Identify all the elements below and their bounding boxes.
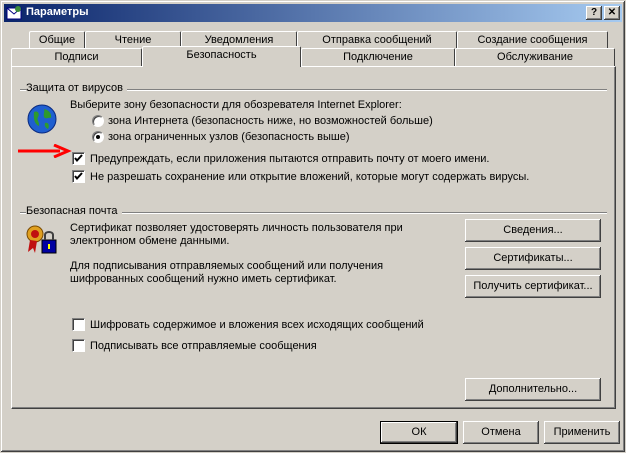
radio-internet-zone-label[interactable]: зона Интернета (безопасность ниже, но во… bbox=[108, 115, 433, 127]
cert-need-line2: шифрованных сообщений нужно иметь сертиф… bbox=[70, 273, 337, 285]
tab-general[interactable]: Общие bbox=[29, 31, 85, 49]
certificate-lock-icon bbox=[26, 225, 57, 254]
radio-restricted-zone[interactable] bbox=[92, 131, 104, 143]
zone-prompt: Выберите зону безопасности для обозреват… bbox=[70, 99, 402, 111]
check-encrypt-label[interactable]: Шифровать содержимое и вложения всех исх… bbox=[90, 319, 424, 331]
check-block-attachments-label[interactable]: Не разрешать сохранение или открытие вло… bbox=[90, 171, 529, 183]
cert-info-line2: электронном обмене данными. bbox=[70, 235, 230, 247]
check-warn-send-label[interactable]: Предупреждать, если приложения пытаются … bbox=[90, 153, 489, 165]
apply-button[interactable]: Применить bbox=[544, 421, 620, 444]
virus-group-title: Защита от вирусов bbox=[26, 82, 127, 94]
radio-selected-dot bbox=[96, 135, 100, 139]
options-dialog: Параметры ? ✕ Общие Чтение Уведомления О… bbox=[0, 0, 626, 453]
tab-maintenance[interactable]: Обслуживание bbox=[455, 48, 615, 66]
checkmark-icon bbox=[74, 172, 83, 181]
radio-internet-zone[interactable] bbox=[92, 115, 104, 127]
window-title: Параметры bbox=[26, 6, 89, 18]
cert-need-line1: Для подписывания отправляемых сообщений … bbox=[70, 260, 384, 272]
check-warn-send[interactable] bbox=[72, 152, 85, 165]
check-sign-label[interactable]: Подписывать все отправляемые сообщения bbox=[90, 340, 317, 352]
close-button[interactable]: ✕ bbox=[604, 6, 620, 20]
advanced-button[interactable]: Дополнительно... bbox=[465, 378, 601, 401]
tab-security[interactable]: Безопасность bbox=[142, 46, 301, 67]
check-encrypt[interactable] bbox=[72, 318, 85, 331]
tab-connection[interactable]: Подключение bbox=[301, 48, 455, 66]
details-button[interactable]: Сведения... bbox=[465, 219, 601, 242]
outlook-express-icon bbox=[6, 6, 22, 20]
globe-icon bbox=[27, 104, 57, 134]
title-bar[interactable]: Параметры ? ✕ bbox=[4, 4, 622, 22]
ok-button[interactable]: ОК bbox=[380, 421, 458, 444]
check-block-attachments[interactable] bbox=[72, 170, 85, 183]
security-panel: Защита от вирусов Выберите зону безопасн… bbox=[11, 66, 616, 409]
cancel-button[interactable]: Отмена bbox=[463, 421, 539, 444]
checkmark-icon bbox=[74, 154, 83, 163]
tab-compose[interactable]: Создание сообщения bbox=[457, 31, 608, 49]
get-certificate-button[interactable]: Получить сертификат... bbox=[465, 275, 601, 298]
red-arrow-icon bbox=[18, 144, 72, 158]
certificates-button[interactable]: Сертификаты... bbox=[465, 247, 601, 270]
tab-signatures[interactable]: Подписи bbox=[11, 48, 142, 66]
help-button[interactable]: ? bbox=[586, 6, 602, 20]
radio-restricted-zone-label[interactable]: зона ограниченных узлов (безопасность вы… bbox=[108, 131, 350, 143]
tab-send[interactable]: Отправка сообщений bbox=[297, 31, 457, 49]
check-sign[interactable] bbox=[72, 339, 85, 352]
secure-mail-group-title: Безопасная почта bbox=[26, 205, 122, 217]
cert-info-line1: Сертификат позволяет удостоверять личнос… bbox=[70, 222, 403, 234]
